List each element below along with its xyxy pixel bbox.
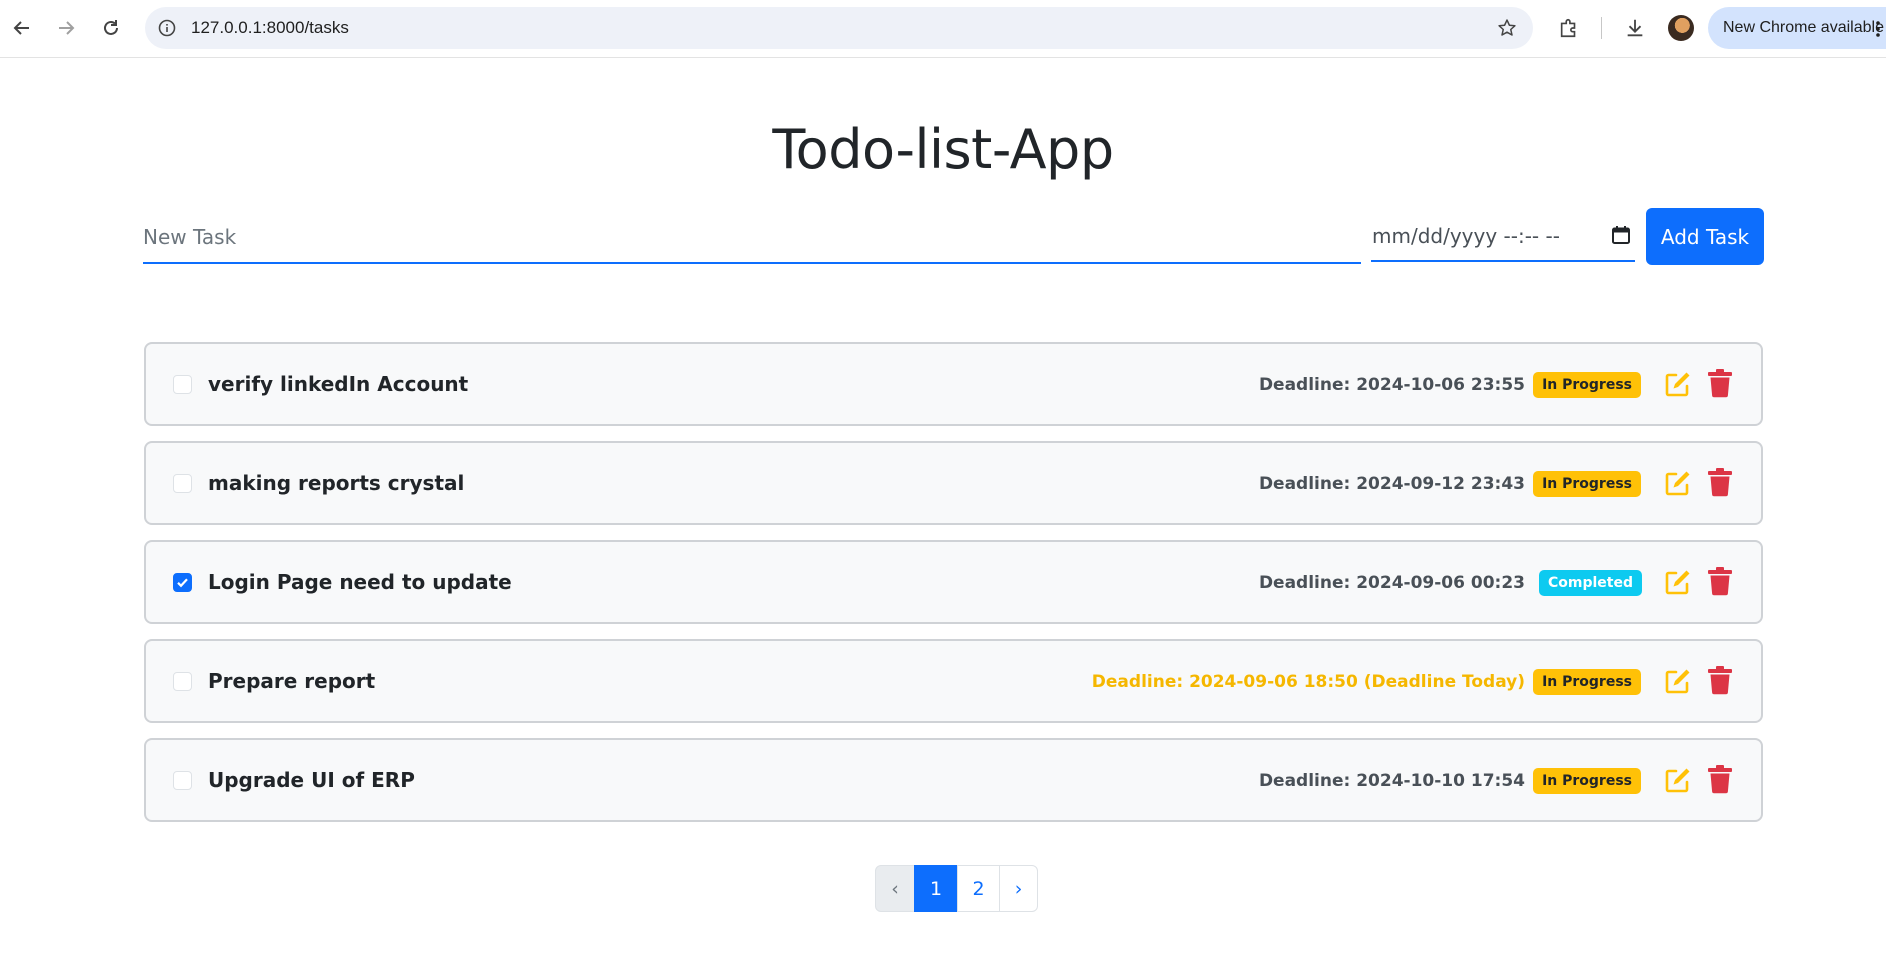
task-name: Login Page need to update <box>208 570 512 594</box>
task-status-badge: In Progress <box>1533 372 1641 398</box>
profile-avatar[interactable] <box>1668 15 1694 41</box>
extensions-icon <box>1560 18 1576 38</box>
edit-task-button[interactable] <box>1663 666 1693 696</box>
task-row: Login Page need to update Deadline: 2024-… <box>144 540 1763 624</box>
edit-icon <box>1665 570 1690 595</box>
edit-icon <box>1665 372 1690 397</box>
task-deadline: Deadline: 2024-10-10 17:54 <box>1258 771 1525 791</box>
task-status-badge: Completed <box>1538 570 1642 596</box>
forward-arrow-icon <box>59 21 75 35</box>
edit-task-button[interactable] <box>1663 567 1693 597</box>
checkmark-icon <box>177 578 188 588</box>
task-checkbox[interactable] <box>173 771 192 790</box>
task-status-badge: In Progress <box>1533 768 1641 794</box>
trash-icon <box>1708 369 1732 398</box>
pagination-page-1[interactable]: 1 <box>914 865 958 912</box>
forward-button[interactable] <box>50 12 82 44</box>
pagination-next[interactable]: › <box>999 865 1038 912</box>
task-deadline: Deadline: 2024-09-06 18:50 (Deadline Tod… <box>1091 672 1525 692</box>
task-status-badge: In Progress <box>1533 669 1641 695</box>
address-bar[interactable]: 127.0.0.1:8000/tasks <box>145 7 1533 49</box>
calendar-icon[interactable] <box>1611 225 1631 245</box>
delete-task-button[interactable] <box>1707 467 1733 497</box>
task-name: Upgrade UI of ERP <box>208 768 415 792</box>
back-arrow-icon <box>13 21 29 35</box>
edit-task-button[interactable] <box>1663 369 1693 399</box>
bookmark-button[interactable] <box>1495 16 1519 40</box>
task-row: Upgrade UI of ERP Deadline: 2024-10-10 17… <box>144 738 1763 822</box>
task-checkbox[interactable] <box>173 672 192 691</box>
browser-toolbar: 127.0.0.1:8000/tasks New Chrome availabl… <box>0 0 1886 58</box>
bookmark-star-icon <box>1498 19 1516 36</box>
trash-icon <box>1708 567 1732 596</box>
add-task-button[interactable]: Add Task <box>1646 208 1764 265</box>
edit-icon <box>1665 669 1690 694</box>
edit-icon <box>1665 471 1690 496</box>
site-info-button[interactable] <box>155 16 179 40</box>
delete-task-button[interactable] <box>1707 764 1733 794</box>
more-vert-icon <box>1876 21 1880 37</box>
task-status-badge: In Progress <box>1533 471 1641 497</box>
delete-task-button[interactable] <box>1707 368 1733 398</box>
pagination-prev[interactable]: ‹ <box>875 865 915 912</box>
reload-button[interactable] <box>95 12 127 44</box>
trash-icon <box>1708 468 1732 497</box>
deadline-datetime-input[interactable]: mm/dd/yyyy --:-- -- <box>1371 212 1635 262</box>
delete-task-button[interactable] <box>1707 665 1733 695</box>
pagination-page-2[interactable]: 2 <box>957 865 1000 912</box>
task-name: Prepare report <box>208 669 376 693</box>
page-title: Todo-list-App <box>772 118 1114 181</box>
task-checkbox[interactable] <box>173 573 192 592</box>
task-name: verify linkedIn Account <box>208 372 469 396</box>
task-deadline: Deadline: 2024-10-06 23:55 <box>1258 375 1525 395</box>
task-checkbox[interactable] <box>173 474 192 493</box>
toolbar-divider <box>1601 17 1602 39</box>
task-row: Prepare report Deadline: 2024-09-06 18:50… <box>144 639 1763 723</box>
downloads-button[interactable] <box>1621 14 1649 42</box>
edit-task-button[interactable] <box>1663 765 1693 795</box>
edit-task-button[interactable] <box>1663 468 1693 498</box>
task-row: verify linkedIn Account Deadline: 2024-10… <box>144 342 1763 426</box>
chrome-update-label: New Chrome available <box>1723 19 1884 36</box>
new-task-input[interactable] <box>143 212 1361 264</box>
pagination: ‹ 1 2 › <box>875 865 1038 912</box>
download-icon <box>1627 19 1643 37</box>
site-info-icon <box>158 19 176 37</box>
url-text[interactable]: 127.0.0.1:8000/tasks <box>191 18 349 38</box>
trash-icon <box>1708 765 1732 794</box>
chrome-update-button[interactable]: New Chrome available <box>1708 7 1886 49</box>
task-name: making reports crystal <box>208 471 465 495</box>
task-checkbox[interactable] <box>173 375 192 394</box>
task-row: making reports crystal Deadline: 2024-09-… <box>144 441 1763 525</box>
extensions-button[interactable] <box>1555 14 1583 42</box>
delete-task-button[interactable] <box>1707 566 1733 596</box>
trash-icon <box>1708 666 1732 695</box>
task-deadline: Deadline: 2024-09-06 00:23 <box>1258 573 1525 593</box>
task-deadline: Deadline: 2024-09-12 23:43 <box>1258 474 1525 494</box>
back-button[interactable] <box>6 12 38 44</box>
reload-icon <box>104 20 118 35</box>
deadline-datetime-placeholder: mm/dd/yyyy --:-- -- <box>1372 224 1560 248</box>
edit-icon <box>1665 768 1690 793</box>
